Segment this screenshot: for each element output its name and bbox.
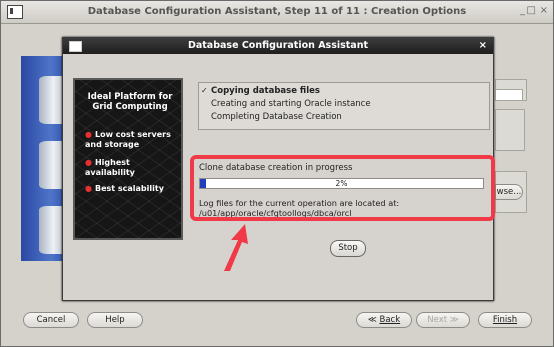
progress-percent: 2% <box>335 179 348 188</box>
log-line: Log files for the current operation are … <box>199 198 400 208</box>
dialog-title: Database Configuration Assistant <box>187 40 369 51</box>
close-icon[interactable]: × <box>540 5 548 16</box>
dialog-close-icon[interactable]: × <box>479 40 487 51</box>
progress-label: Clone database creation in progress <box>199 163 353 173</box>
banner-bullet: ● Best scalability <box>85 184 164 193</box>
next-label: Next <box>427 315 448 325</box>
cancel-button[interactable]: Cancel <box>23 312 79 328</box>
text-field-edge[interactable] <box>495 89 523 101</box>
finish-label: Finish <box>492 315 518 325</box>
grid-computing-banner: Ideal Platform for Grid Computing ● Low c… <box>73 78 183 240</box>
log-location: Log files for the current operation are … <box>199 198 489 218</box>
finish-button[interactable]: Finish <box>478 312 532 328</box>
next-button: Next ≫ <box>416 312 470 328</box>
bullet-dot-icon: ● <box>85 158 92 167</box>
dialog-title-bar: Database Configuration Assistant × <box>63 38 493 54</box>
checkmark-icon: ✓ <box>201 86 208 95</box>
step-list: ✓ Copying database files Creating and st… <box>198 82 490 130</box>
bullet-dot-icon: ● <box>85 184 92 193</box>
step-item: ✓ Copying database files <box>201 86 320 96</box>
back-label: Back <box>379 315 401 325</box>
stop-button[interactable]: Stop <box>330 240 366 257</box>
help-button[interactable]: Help <box>87 312 143 328</box>
banner-bullet: ● Low cost servers and storage <box>85 130 171 149</box>
step-item: Creating and starting Oracle instance <box>211 99 371 109</box>
minimize-icon[interactable]: _ <box>520 5 525 16</box>
back-arrow-icon: ≪ <box>367 315 380 325</box>
banner-heading: Ideal Platform for Grid Computing <box>87 92 173 112</box>
browse-button[interactable]: wse... <box>495 184 523 200</box>
progress-bar: 2% <box>199 178 484 189</box>
outer-window-title: Database Configuration Assistant, Step 1… <box>87 6 467 17</box>
bullet-dot-icon: ● <box>85 130 92 139</box>
annotation-arrow-icon <box>224 224 248 271</box>
next-arrow-icon: ≫ <box>447 315 459 325</box>
log-path: /u01/app/oracle/cfgtoollogs/dbca/orcl <box>199 208 352 218</box>
banner-bullet: ● Highest availability <box>85 158 135 177</box>
maximize-icon[interactable]: □ <box>527 5 536 16</box>
back-button[interactable]: ≪ Back <box>356 312 412 328</box>
options-panel-edge <box>495 109 525 151</box>
outer-title-bar: Database Configuration Assistant, Step 1… <box>1 1 553 24</box>
step-item: Completing Database Creation <box>211 112 342 122</box>
progress-dialog: Database Configuration Assistant × Ideal… <box>62 37 494 301</box>
